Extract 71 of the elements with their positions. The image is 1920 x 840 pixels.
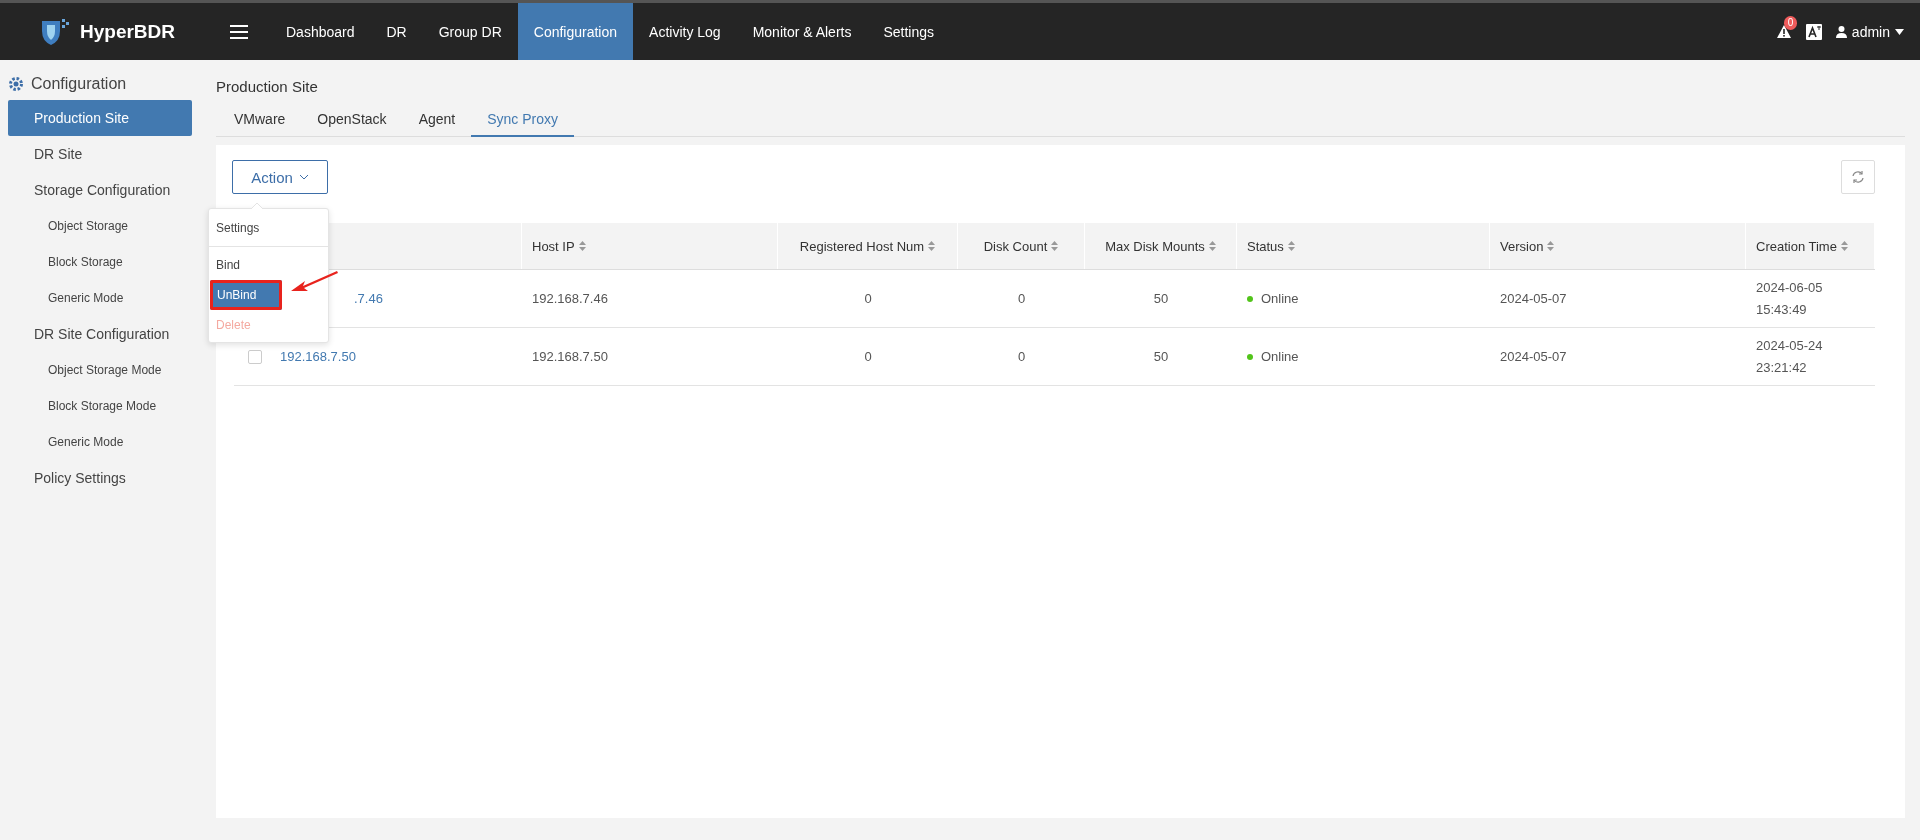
user-menu[interactable]: admin — [1835, 23, 1904, 40]
table-cell: 192.168.7.46 — [532, 291, 608, 306]
nav-item[interactable]: DR — [370, 3, 423, 60]
proxy-name-link[interactable]: 192.168.7.50 — [280, 349, 356, 364]
sidebar-subitem[interactable]: Object Storage — [8, 208, 192, 244]
sort-icon — [1287, 241, 1295, 251]
sidebar-item[interactable]: DR Site Configuration — [8, 316, 192, 352]
sidebar-subitem[interactable]: Block Storage — [8, 244, 192, 280]
menu-item[interactable]: UnBind — [210, 280, 282, 310]
sort-icon — [1547, 241, 1555, 251]
status-text: Online — [1261, 291, 1299, 306]
table-cell-text: 2024-06-05 15:43:49 — [1756, 278, 1824, 319]
table-cell: 192.168.7.50 — [532, 349, 608, 364]
table-cell: 2024-05-07 — [1500, 349, 1567, 364]
column-header[interactable]: Version — [1500, 238, 1555, 254]
sort-icon — [1051, 241, 1059, 251]
shield-logo-icon — [40, 16, 72, 47]
sidebar-subitem[interactable]: Object Storage Mode — [8, 352, 192, 388]
chevron-down-icon — [298, 174, 309, 180]
tab[interactable]: Sync Proxy — [471, 105, 575, 137]
menu-item[interactable]: Bind — [209, 250, 328, 280]
sidebar-subitem[interactable]: Block Storage Mode — [8, 388, 192, 424]
user-icon — [1835, 25, 1847, 38]
sidebar-subitem[interactable]: Generic Mode — [8, 424, 192, 460]
refresh-icon — [1851, 170, 1865, 184]
action-button[interactable]: Action — [232, 160, 328, 194]
sort-icon — [578, 241, 586, 251]
column-header[interactable]: Host IP — [532, 238, 586, 254]
nav-item[interactable]: Settings — [867, 3, 951, 60]
column-header[interactable]: Status — [1247, 238, 1295, 254]
sidebar-subitem[interactable]: Generic Mode — [8, 280, 192, 316]
sort-icon — [1208, 241, 1216, 251]
tab[interactable]: VMware — [218, 105, 302, 137]
nav-item[interactable]: Activity Log — [633, 3, 737, 60]
page-title: Production Site — [216, 77, 319, 97]
sidebar-item[interactable]: Storage Configuration — [8, 172, 192, 208]
table-cell: 0 — [864, 349, 872, 364]
column-header[interactable]: Max Disk Mounts — [1105, 238, 1216, 254]
user-name: admin — [1851, 23, 1890, 40]
nav-item[interactable]: Dashboard — [270, 3, 371, 60]
column-header[interactable]: Registered Host Num — [799, 238, 936, 254]
table-cell: 50 — [1153, 349, 1169, 364]
status-text: Online — [1261, 349, 1299, 364]
sort-icon — [928, 241, 936, 251]
proxy-name-link[interactable]: .7.46 — [354, 291, 383, 306]
sort-icon — [1840, 241, 1848, 251]
gear-icon — [8, 76, 24, 92]
table-cell: 0 — [1017, 291, 1026, 306]
table-cell-text: 2024-05-24 23:21:42 — [1756, 336, 1824, 377]
menu-item[interactable]: Settings — [209, 213, 328, 243]
table-cell: 2024-05-07 — [1500, 291, 1567, 306]
nav-item[interactable]: Configuration — [517, 3, 634, 60]
menu-icon[interactable] — [230, 23, 248, 40]
nav-item[interactable]: Monitor & Alerts — [736, 3, 868, 60]
nav-item[interactable]: Group DR — [422, 3, 518, 60]
alert-count-badge: 0 — [1783, 16, 1798, 30]
tab[interactable]: Agent — [402, 105, 472, 137]
sidebar-item[interactable]: Production Site — [8, 100, 192, 136]
caret-icon — [1895, 28, 1904, 35]
column-header[interactable]: Creation Time — [1756, 238, 1848, 254]
brand-name: HyperBDR — [80, 20, 176, 43]
table-cell: 0 — [864, 291, 872, 306]
table-cell: 50 — [1153, 291, 1169, 306]
column-header[interactable]: Disk Count — [983, 238, 1059, 254]
tab[interactable]: OpenStack — [301, 105, 403, 137]
sidebar-title: Configuration — [31, 75, 127, 93]
translate-icon[interactable] — [1805, 23, 1822, 40]
sidebar-item[interactable]: Policy Settings — [8, 460, 192, 496]
table-cell: 0 — [1017, 349, 1026, 364]
sidebar-item[interactable]: DR Site — [8, 136, 192, 172]
row-checkbox[interactable] — [248, 349, 262, 364]
